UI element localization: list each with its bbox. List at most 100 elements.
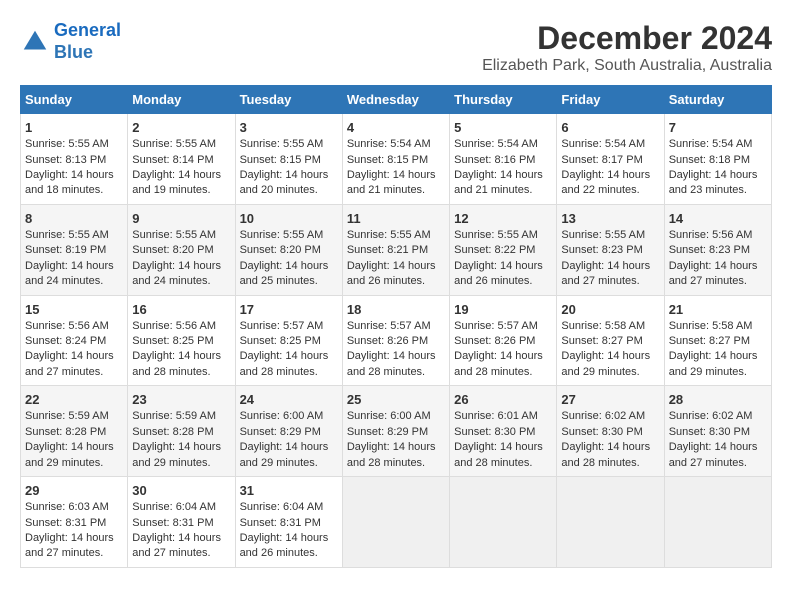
day-number: 23	[132, 391, 230, 409]
day-number: 20	[561, 301, 659, 319]
col-header-monday: Monday	[128, 86, 235, 114]
cell-content: Sunrise: 5:55 AM Sunset: 8:20 PM Dayligh…	[240, 228, 338, 290]
day-number: 8	[25, 210, 123, 228]
cell-content: Sunrise: 6:01 AM Sunset: 8:30 PM Dayligh…	[454, 409, 552, 471]
calendar-row: 8Sunrise: 5:55 AM Sunset: 8:19 PM Daylig…	[21, 204, 772, 295]
title-section: December 2024 Elizabeth Park, South Aust…	[482, 20, 772, 75]
cell-content: Sunrise: 6:00 AM Sunset: 8:29 PM Dayligh…	[240, 409, 338, 471]
day-number: 28	[669, 391, 767, 409]
logo-icon	[20, 27, 50, 57]
calendar-cell: 3Sunrise: 5:55 AM Sunset: 8:15 PM Daylig…	[235, 114, 342, 205]
col-header-sunday: Sunday	[21, 86, 128, 114]
cell-content: Sunrise: 5:59 AM Sunset: 8:28 PM Dayligh…	[25, 409, 123, 471]
cell-content: Sunrise: 6:04 AM Sunset: 8:31 PM Dayligh…	[132, 500, 230, 562]
main-title: December 2024	[482, 20, 772, 57]
col-header-tuesday: Tuesday	[235, 86, 342, 114]
cell-content: Sunrise: 5:58 AM Sunset: 8:27 PM Dayligh…	[561, 319, 659, 381]
day-number: 5	[454, 119, 552, 137]
calendar-cell	[342, 477, 449, 568]
calendar-cell: 17Sunrise: 5:57 AM Sunset: 8:25 PM Dayli…	[235, 295, 342, 386]
col-header-thursday: Thursday	[450, 86, 557, 114]
cell-content: Sunrise: 5:56 AM Sunset: 8:25 PM Dayligh…	[132, 319, 230, 381]
day-number: 17	[240, 301, 338, 319]
cell-content: Sunrise: 5:58 AM Sunset: 8:27 PM Dayligh…	[669, 319, 767, 381]
cell-content: Sunrise: 5:54 AM Sunset: 8:18 PM Dayligh…	[669, 137, 767, 199]
header-row: SundayMondayTuesdayWednesdayThursdayFrid…	[21, 86, 772, 114]
logo-line1: General	[54, 20, 121, 40]
calendar-cell: 25Sunrise: 6:00 AM Sunset: 8:29 PM Dayli…	[342, 386, 449, 477]
day-number: 13	[561, 210, 659, 228]
cell-content: Sunrise: 5:54 AM Sunset: 8:16 PM Dayligh…	[454, 137, 552, 199]
calendar-row: 22Sunrise: 5:59 AM Sunset: 8:28 PM Dayli…	[21, 386, 772, 477]
day-number: 14	[669, 210, 767, 228]
cell-content: Sunrise: 5:55 AM Sunset: 8:22 PM Dayligh…	[454, 228, 552, 290]
calendar-table: SundayMondayTuesdayWednesdayThursdayFrid…	[20, 85, 772, 568]
day-number: 7	[669, 119, 767, 137]
calendar-cell: 11Sunrise: 5:55 AM Sunset: 8:21 PM Dayli…	[342, 204, 449, 295]
day-number: 24	[240, 391, 338, 409]
calendar-cell: 23Sunrise: 5:59 AM Sunset: 8:28 PM Dayli…	[128, 386, 235, 477]
cell-content: Sunrise: 5:56 AM Sunset: 8:23 PM Dayligh…	[669, 228, 767, 290]
day-number: 25	[347, 391, 445, 409]
calendar-cell: 9Sunrise: 5:55 AM Sunset: 8:20 PM Daylig…	[128, 204, 235, 295]
day-number: 10	[240, 210, 338, 228]
calendar-cell: 8Sunrise: 5:55 AM Sunset: 8:19 PM Daylig…	[21, 204, 128, 295]
day-number: 22	[25, 391, 123, 409]
day-number: 6	[561, 119, 659, 137]
day-number: 19	[454, 301, 552, 319]
cell-content: Sunrise: 6:02 AM Sunset: 8:30 PM Dayligh…	[669, 409, 767, 471]
calendar-cell: 31Sunrise: 6:04 AM Sunset: 8:31 PM Dayli…	[235, 477, 342, 568]
day-number: 30	[132, 482, 230, 500]
cell-content: Sunrise: 5:56 AM Sunset: 8:24 PM Dayligh…	[25, 319, 123, 381]
page-header: General Blue December 2024 Elizabeth Par…	[20, 20, 772, 75]
calendar-cell: 1Sunrise: 5:55 AM Sunset: 8:13 PM Daylig…	[21, 114, 128, 205]
cell-content: Sunrise: 5:55 AM Sunset: 8:15 PM Dayligh…	[240, 137, 338, 199]
col-header-friday: Friday	[557, 86, 664, 114]
calendar-cell	[664, 477, 771, 568]
cell-content: Sunrise: 6:04 AM Sunset: 8:31 PM Dayligh…	[240, 500, 338, 562]
day-number: 1	[25, 119, 123, 137]
day-number: 26	[454, 391, 552, 409]
cell-content: Sunrise: 6:02 AM Sunset: 8:30 PM Dayligh…	[561, 409, 659, 471]
day-number: 18	[347, 301, 445, 319]
calendar-cell: 19Sunrise: 5:57 AM Sunset: 8:26 PM Dayli…	[450, 295, 557, 386]
cell-content: Sunrise: 5:59 AM Sunset: 8:28 PM Dayligh…	[132, 409, 230, 471]
logo-text: General Blue	[54, 20, 121, 63]
day-number: 29	[25, 482, 123, 500]
calendar-cell: 13Sunrise: 5:55 AM Sunset: 8:23 PM Dayli…	[557, 204, 664, 295]
calendar-cell: 24Sunrise: 6:00 AM Sunset: 8:29 PM Dayli…	[235, 386, 342, 477]
day-number: 2	[132, 119, 230, 137]
day-number: 3	[240, 119, 338, 137]
calendar-cell	[557, 477, 664, 568]
calendar-cell: 27Sunrise: 6:02 AM Sunset: 8:30 PM Dayli…	[557, 386, 664, 477]
calendar-cell: 2Sunrise: 5:55 AM Sunset: 8:14 PM Daylig…	[128, 114, 235, 205]
day-number: 27	[561, 391, 659, 409]
calendar-cell: 22Sunrise: 5:59 AM Sunset: 8:28 PM Dayli…	[21, 386, 128, 477]
day-number: 4	[347, 119, 445, 137]
calendar-cell: 21Sunrise: 5:58 AM Sunset: 8:27 PM Dayli…	[664, 295, 771, 386]
cell-content: Sunrise: 5:54 AM Sunset: 8:17 PM Dayligh…	[561, 137, 659, 199]
cell-content: Sunrise: 5:57 AM Sunset: 8:25 PM Dayligh…	[240, 319, 338, 381]
day-number: 21	[669, 301, 767, 319]
calendar-cell: 30Sunrise: 6:04 AM Sunset: 8:31 PM Dayli…	[128, 477, 235, 568]
subtitle: Elizabeth Park, South Australia, Austral…	[482, 57, 772, 75]
cell-content: Sunrise: 5:54 AM Sunset: 8:15 PM Dayligh…	[347, 137, 445, 199]
day-number: 31	[240, 482, 338, 500]
calendar-cell: 6Sunrise: 5:54 AM Sunset: 8:17 PM Daylig…	[557, 114, 664, 205]
cell-content: Sunrise: 5:55 AM Sunset: 8:13 PM Dayligh…	[25, 137, 123, 199]
calendar-cell: 26Sunrise: 6:01 AM Sunset: 8:30 PM Dayli…	[450, 386, 557, 477]
cell-content: Sunrise: 6:00 AM Sunset: 8:29 PM Dayligh…	[347, 409, 445, 471]
day-number: 16	[132, 301, 230, 319]
cell-content: Sunrise: 5:55 AM Sunset: 8:20 PM Dayligh…	[132, 228, 230, 290]
day-number: 9	[132, 210, 230, 228]
calendar-row: 29Sunrise: 6:03 AM Sunset: 8:31 PM Dayli…	[21, 477, 772, 568]
col-header-saturday: Saturday	[664, 86, 771, 114]
calendar-cell: 7Sunrise: 5:54 AM Sunset: 8:18 PM Daylig…	[664, 114, 771, 205]
cell-content: Sunrise: 5:55 AM Sunset: 8:19 PM Dayligh…	[25, 228, 123, 290]
calendar-cell: 20Sunrise: 5:58 AM Sunset: 8:27 PM Dayli…	[557, 295, 664, 386]
calendar-cell: 14Sunrise: 5:56 AM Sunset: 8:23 PM Dayli…	[664, 204, 771, 295]
calendar-cell: 15Sunrise: 5:56 AM Sunset: 8:24 PM Dayli…	[21, 295, 128, 386]
day-number: 11	[347, 210, 445, 228]
calendar-cell: 16Sunrise: 5:56 AM Sunset: 8:25 PM Dayli…	[128, 295, 235, 386]
cell-content: Sunrise: 5:55 AM Sunset: 8:21 PM Dayligh…	[347, 228, 445, 290]
